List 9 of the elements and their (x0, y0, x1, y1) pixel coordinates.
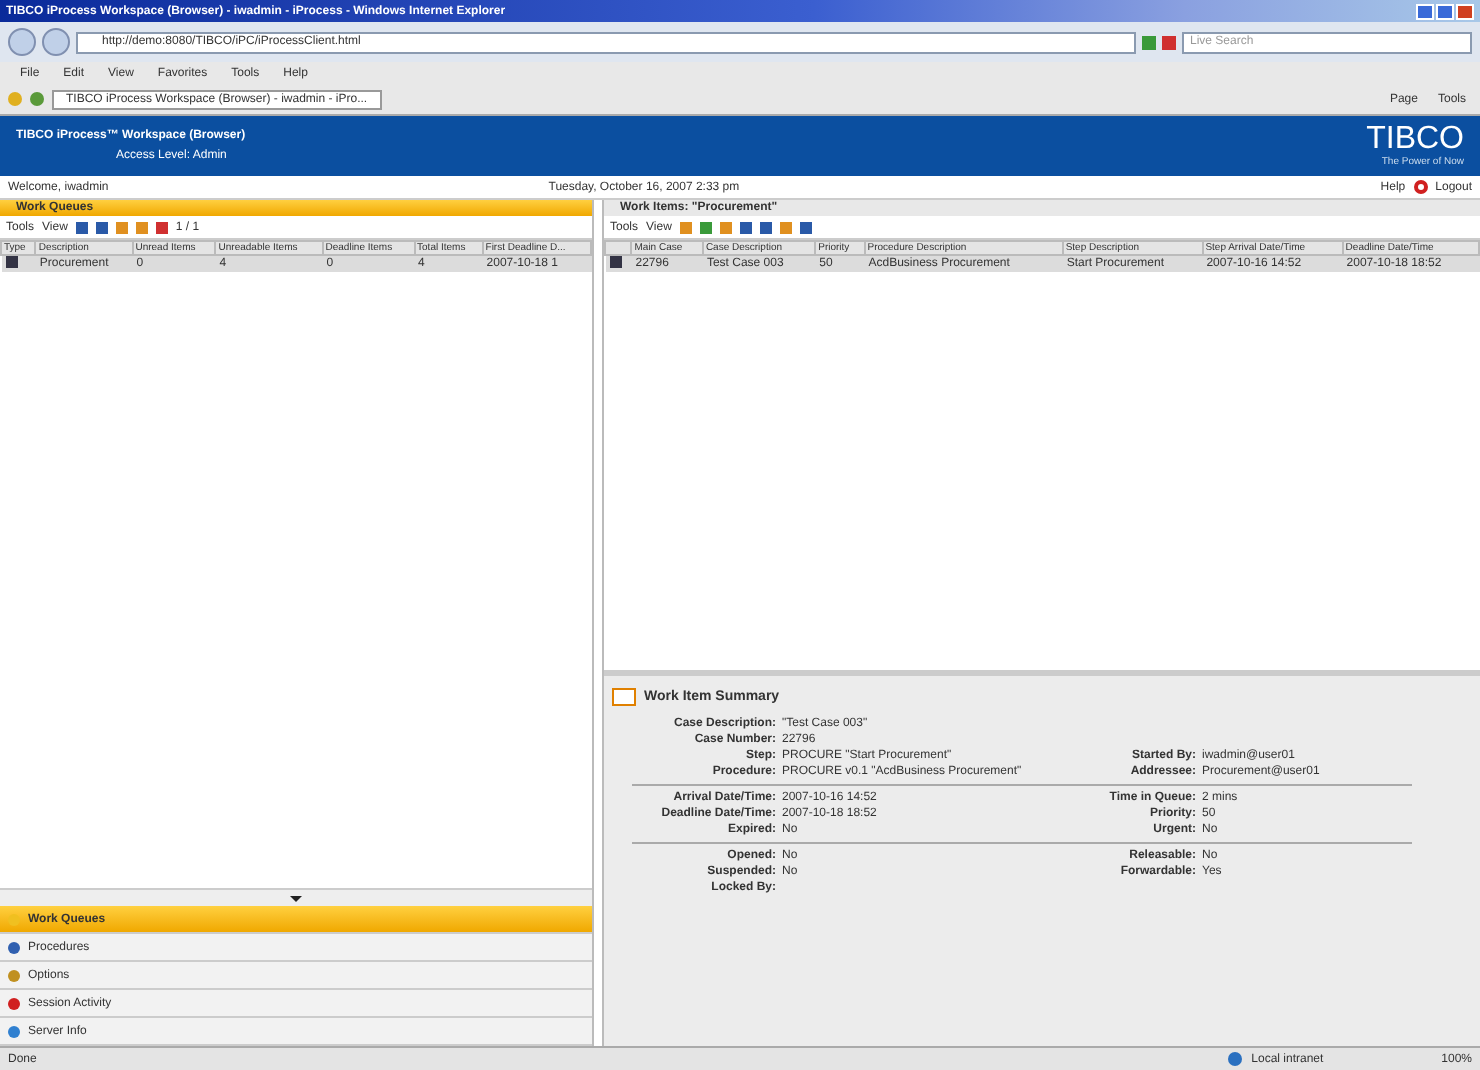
back-button[interactable] (8, 28, 36, 56)
globe-icon (1227, 1052, 1242, 1066)
logout-icon[interactable] (1413, 180, 1428, 194)
close-button[interactable] (1456, 3, 1474, 19)
summary-icon (612, 688, 636, 706)
logo: TIBCO (1366, 124, 1464, 156)
maximize-button[interactable] (1436, 3, 1454, 19)
forward-button[interactable] (42, 28, 70, 56)
minimize-button[interactable] (1416, 3, 1434, 19)
